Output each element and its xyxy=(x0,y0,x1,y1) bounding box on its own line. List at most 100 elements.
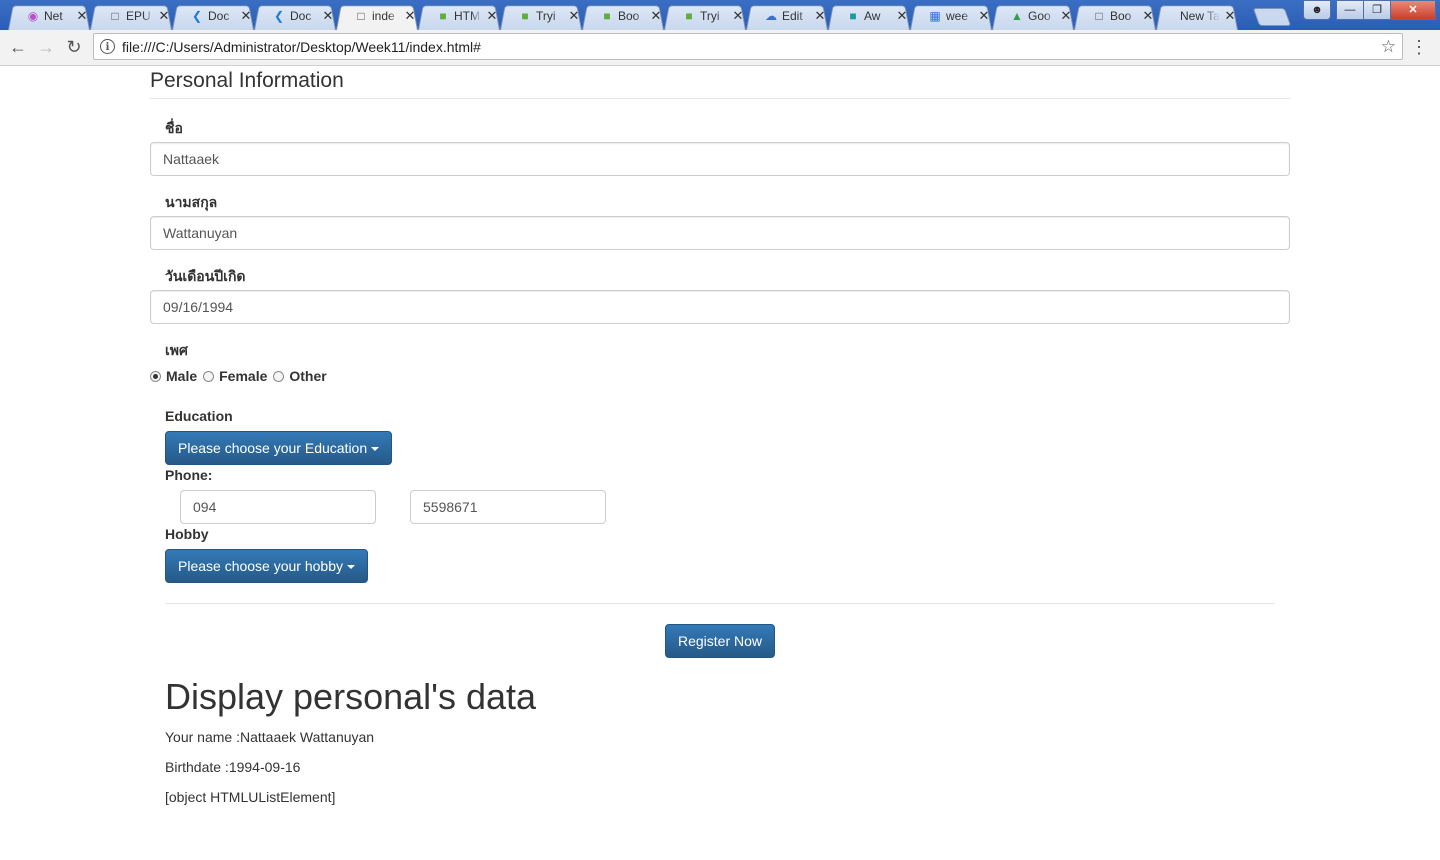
browser-toolbar: ← → ↻ i file:///C:/Users/Administrator/D… xyxy=(0,30,1440,66)
browser-tab[interactable]: ▲ Goo ✕ xyxy=(992,2,1074,30)
first-name-input[interactable]: Nattaaek xyxy=(150,142,1290,176)
browser-tab[interactable]: ❮ Doc ✕ xyxy=(172,2,254,30)
w3-icon: ■ xyxy=(603,9,611,23)
tab-title: wee xyxy=(946,9,969,23)
browser-menu-icon[interactable]: ⋮ xyxy=(1410,37,1428,57)
browser-tab[interactable]: □ EPU ✕ xyxy=(90,2,172,30)
education-button-label: Please choose your Education xyxy=(178,440,368,456)
page-icon: □ xyxy=(357,9,365,23)
tab-close-icon[interactable]: ✕ xyxy=(322,9,334,23)
last-name-value: Wattanuyan xyxy=(163,225,238,241)
birthdate-label: วันเดือนปีเกิด xyxy=(165,268,246,284)
maximize-button[interactable]: ❐ xyxy=(1363,0,1391,20)
tab-title: Goo xyxy=(1028,9,1051,23)
browser-tab[interactable]: ☁ Edit ✕ xyxy=(746,2,828,30)
tab-title: Doc xyxy=(290,9,312,23)
first-name-label: ชื่อ xyxy=(165,120,183,136)
tab-title: Boo xyxy=(1110,9,1132,23)
browser-tab[interactable]: □ Boo ✕ xyxy=(1074,2,1156,30)
phone-label: Phone: xyxy=(165,467,213,483)
browser-tab[interactable]: ■ Tryi ✕ xyxy=(664,2,746,30)
tab-close-icon[interactable]: ✕ xyxy=(486,9,498,23)
display-hobby-line: [object HTMLUListElement] xyxy=(165,789,336,805)
table-icon: ▦ xyxy=(929,9,941,23)
tab-title: inde xyxy=(372,9,395,23)
phone-prefix-input[interactable]: 094 xyxy=(180,490,376,524)
birthdate-input[interactable]: 09/16/1994 xyxy=(150,290,1290,324)
browser-tab[interactable]: ▦ wee ✕ xyxy=(910,2,992,30)
page-icon: □ xyxy=(1095,9,1103,23)
page-content: Personal Information ชื่อ Nattaaek นามสก… xyxy=(0,66,1440,860)
hobby-label: Hobby xyxy=(165,526,209,542)
education-label: Education xyxy=(165,408,233,424)
gender-label-female: Female xyxy=(219,368,268,384)
tab-close-icon[interactable]: ✕ xyxy=(568,9,580,23)
tab-close-icon[interactable]: ✕ xyxy=(650,9,662,23)
tab-close-icon[interactable]: ✕ xyxy=(76,9,88,23)
tab-close-icon[interactable]: ✕ xyxy=(896,9,908,23)
tab-title: Net xyxy=(44,9,63,23)
tab-close-icon[interactable]: ✕ xyxy=(404,9,416,23)
bookmark-star-icon[interactable]: ☆ xyxy=(1381,37,1396,57)
birthdate-value: 09/16/1994 xyxy=(163,299,234,315)
browser-tabstrip: ◉ Net ✕ □ EPU ✕ ❮ Doc ✕ ❮ Doc ✕ □ inde ✕ ■ HTM ✕ ■ Tryi ✕ ■ Bo… xyxy=(0,0,1440,30)
hobby-dropdown-button[interactable]: Please choose your hobby xyxy=(165,549,368,583)
gender-label-male: Male xyxy=(166,368,198,384)
close-window-button[interactable]: ✕ xyxy=(1390,0,1436,20)
tab-close-icon[interactable]: ✕ xyxy=(732,9,744,23)
new-tab-button[interactable] xyxy=(1252,8,1292,26)
reload-icon[interactable]: ↻ xyxy=(62,36,86,58)
url-text[interactable]: file:///C:/Users/Administrator/Desktop/W… xyxy=(122,40,481,55)
forward-arrow-icon[interactable]: → xyxy=(34,36,58,58)
w3-icon: ■ xyxy=(521,9,529,23)
register-button[interactable]: Register Now xyxy=(665,624,776,658)
tab-title: Tryi xyxy=(700,9,720,23)
phone-number-value: 5598671 xyxy=(423,499,478,515)
tab-close-icon[interactable]: ✕ xyxy=(158,9,170,23)
teal-square-icon: ■ xyxy=(849,9,857,23)
tab-close-icon[interactable]: ✕ xyxy=(1142,9,1154,23)
display-birthdate-line: Birthdate :1994-09-16 xyxy=(165,759,301,775)
first-name-value: Nattaaek xyxy=(163,151,220,167)
cloud-icon: ☁ xyxy=(765,9,777,23)
window-controls: ☻ — ❐ ✕ xyxy=(1303,0,1436,20)
balloon-icon: ◉ xyxy=(27,9,39,23)
browser-tab[interactable]: New Tab ✕ xyxy=(1156,2,1238,30)
form-legend: Personal Information xyxy=(150,69,1290,99)
form-divider xyxy=(165,603,1275,604)
tab-close-icon[interactable]: ✕ xyxy=(1060,9,1072,23)
tab-title: HTM xyxy=(454,9,480,23)
tab-title: Doc xyxy=(208,9,230,23)
tab-close-icon[interactable]: ✕ xyxy=(1224,9,1236,23)
info-icon[interactable]: i xyxy=(100,39,115,54)
tab-title: New Tab xyxy=(1180,9,1220,23)
tab-close-icon[interactable]: ✕ xyxy=(240,9,252,23)
browser-tab[interactable]: ■ Aw ✕ xyxy=(828,2,910,30)
gender-radio-other[interactable] xyxy=(273,370,285,382)
gender-radio-male[interactable] xyxy=(150,370,161,382)
last-name-input[interactable]: Wattanuyan xyxy=(150,216,1290,250)
phone-prefix-value: 094 xyxy=(193,499,217,515)
minimize-button[interactable]: — xyxy=(1336,0,1364,20)
tab-title: Edit xyxy=(782,9,803,23)
gender-radio-female[interactable] xyxy=(203,370,215,382)
address-bar[interactable]: i file:///C:/Users/Administrator/Desktop… xyxy=(93,33,1403,60)
browser-tab[interactable]: ■ HTM ✕ xyxy=(418,2,500,30)
education-dropdown-button[interactable]: Please choose your Education xyxy=(165,431,393,465)
drive-icon: ▲ xyxy=(1011,9,1023,23)
user-icon[interactable]: ☻ xyxy=(1303,0,1331,20)
browser-tab[interactable]: ❮ Doc ✕ xyxy=(254,2,336,30)
vscode-icon: ❮ xyxy=(191,9,203,23)
page-icon: □ xyxy=(111,9,119,23)
browser-tab[interactable]: ■ Boo ✕ xyxy=(582,2,664,30)
tab-close-icon[interactable]: ✕ xyxy=(978,9,990,23)
phone-number-input[interactable]: 5598671 xyxy=(410,490,606,524)
back-arrow-icon[interactable]: ← xyxy=(6,36,30,58)
browser-tab[interactable]: ◉ Net ✕ xyxy=(8,2,90,30)
hobby-button-label: Please choose your hobby xyxy=(178,558,343,574)
gender-label-other: Other xyxy=(289,368,327,384)
tab-close-icon[interactable]: ✕ xyxy=(814,9,826,23)
browser-tab[interactable]: □ inde ✕ xyxy=(336,2,418,30)
vscode-icon: ❮ xyxy=(273,9,285,23)
browser-tab[interactable]: ■ Tryi ✕ xyxy=(500,2,582,30)
